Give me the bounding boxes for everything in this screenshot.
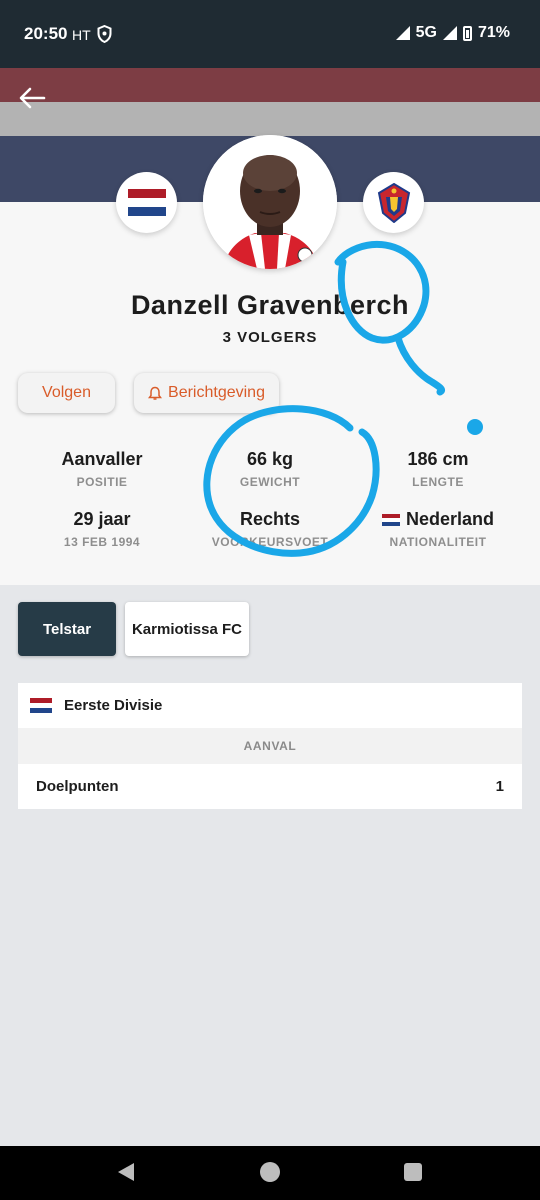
bell-icon bbox=[148, 386, 163, 400]
nav-home-icon[interactable] bbox=[260, 1162, 280, 1182]
row-value: 1 bbox=[495, 778, 504, 795]
status-time: 20:50 bbox=[24, 24, 68, 43]
system-nav-bar bbox=[0, 1146, 540, 1200]
stat-label: NATIONALITEIT bbox=[389, 535, 487, 549]
netherlands-flag-icon bbox=[30, 698, 52, 713]
competition-header[interactable]: Eerste Divisie bbox=[18, 683, 522, 728]
tab-club-telstar[interactable]: Telstar bbox=[18, 602, 116, 656]
section-header-attack: AANVAL bbox=[18, 728, 522, 764]
club-logo-badge bbox=[363, 172, 424, 233]
stat-nationality: Nederland NATIONALITEIT bbox=[348, 509, 528, 549]
competition-name: Eerste Divisie bbox=[64, 697, 163, 714]
status-bar: 20:50 HT 5G 71% bbox=[0, 0, 540, 68]
stat-value: Rechts bbox=[239, 509, 301, 529]
stat-value: 186 cm bbox=[407, 449, 469, 469]
player-photo bbox=[203, 135, 337, 269]
stat-position: Aanvaller POSITIE bbox=[12, 449, 192, 489]
follow-button-label: Volgen bbox=[42, 384, 91, 401]
wifi-signal-icon bbox=[395, 26, 410, 40]
tab-club-karmiotissa[interactable]: Karmiotissa FC bbox=[125, 602, 249, 656]
status-carrier: HT bbox=[72, 27, 91, 43]
row-label: Doelpunten bbox=[36, 778, 119, 795]
notifications-button-label: Berichtgeving bbox=[168, 384, 265, 401]
status-indicators: 5G 71% bbox=[395, 24, 510, 42]
netherlands-flag-icon bbox=[127, 189, 166, 216]
nationality-text: Nederland bbox=[405, 509, 495, 529]
shield-icon bbox=[97, 25, 112, 43]
player-avatar bbox=[203, 135, 337, 269]
stat-value: 66 kg bbox=[246, 449, 294, 469]
stat-weight: 66 kg GEWICHT bbox=[180, 449, 360, 489]
notifications-button[interactable]: Berichtgeving bbox=[134, 373, 279, 413]
stat-label: LENGTE bbox=[412, 475, 464, 489]
follower-count: 3 VOLGERS bbox=[222, 329, 318, 346]
arrow-left-icon[interactable] bbox=[18, 86, 46, 110]
stat-preferred-foot: Rechts VOORKEURSVOET bbox=[180, 509, 360, 549]
battery-icon bbox=[462, 25, 472, 41]
stat-value: Nederland bbox=[348, 509, 528, 530]
player-name: Danzell Gravenberch bbox=[130, 290, 410, 320]
nav-back-icon[interactable] bbox=[118, 1163, 134, 1181]
netherlands-flag-icon bbox=[381, 513, 400, 526]
table-row: Doelpunten 1 bbox=[18, 764, 522, 809]
stat-label: POSITIE bbox=[76, 475, 128, 489]
network-type: 5G bbox=[415, 24, 437, 41]
banner-band-red bbox=[0, 68, 540, 102]
stat-label: 13 FEB 1994 bbox=[63, 535, 141, 549]
nationality-flag-badge bbox=[116, 172, 177, 233]
nav-recents-icon[interactable] bbox=[404, 1163, 422, 1181]
competition-card: Eerste Divisie AANVAL Doelpunten 1 bbox=[18, 683, 522, 809]
follow-button[interactable]: Volgen bbox=[18, 373, 115, 413]
stat-label: GEWICHT bbox=[239, 475, 301, 489]
stat-label: VOORKEURSVOET bbox=[211, 535, 329, 549]
stat-height: 186 cm LENGTE bbox=[348, 449, 528, 489]
stat-age: 29 jaar 13 FEB 1994 bbox=[12, 509, 192, 549]
battery-level: 71% bbox=[477, 24, 510, 41]
stat-value: 29 jaar bbox=[73, 509, 131, 529]
cell-signal-icon bbox=[442, 26, 457, 40]
stat-value: Aanvaller bbox=[61, 449, 143, 469]
telstar-crest-icon bbox=[377, 182, 410, 223]
banner-band-white bbox=[0, 102, 540, 136]
